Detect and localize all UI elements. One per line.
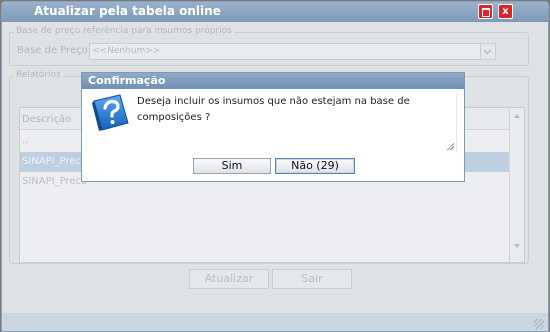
maximize-button[interactable] — [478, 4, 493, 19]
dialog-title: Confirmação — [88, 74, 166, 87]
textarea-resize-icon[interactable] — [446, 142, 454, 150]
window-title: Atualizar pela tabela online — [34, 4, 221, 18]
yes-button[interactable]: Sim — [193, 158, 271, 174]
close-button[interactable]: x — [498, 4, 513, 19]
dialog-message-area[interactable]: Deseja incluir os insumos que não esteja… — [137, 94, 457, 152]
no-button[interactable]: Não (29) — [275, 158, 355, 174]
confirmation-dialog: Confirmação Deseja incluir os insumos qu… — [81, 72, 465, 182]
window-title-bar[interactable]: Atualizar pela tabela online x — [2, 2, 548, 22]
question-icon — [92, 94, 129, 131]
dialog-title-bar[interactable]: Confirmação — [82, 73, 464, 89]
dialog-message: Deseja incluir os insumos que não esteja… — [137, 96, 410, 123]
